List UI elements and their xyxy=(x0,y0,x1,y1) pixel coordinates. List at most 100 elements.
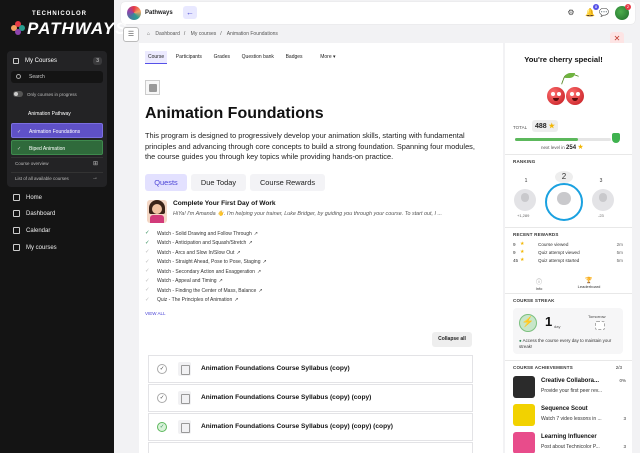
bell-icon[interactable]: 🔔 8 xyxy=(584,4,599,19)
checklist-item[interactable]: ✓ Watch - Appeal and Timing ↗ xyxy=(145,277,445,287)
site-name[interactable]: Pathways xyxy=(145,10,173,16)
checklist-label[interactable]: Watch - Straight Ahead, Pose to Pose, St… xyxy=(157,259,267,265)
syllabus-row[interactable]: ✓ Animation Foundations Course Syllabus … xyxy=(148,384,473,412)
trophy-icon: 🏆 xyxy=(585,278,593,284)
my-courses-count: 3 xyxy=(93,57,102,65)
checklist-item[interactable]: ✓ Watch - Anticipation and Squash/Stretch… xyxy=(145,239,445,249)
tab-course-rewards[interactable]: Course Rewards xyxy=(250,174,325,191)
breadcrumb-item[interactable]: Animation Foundations xyxy=(227,31,278,37)
external-link-icon[interactable]: ↗ xyxy=(248,240,252,246)
syllabus-row[interactable]: ✓ Animation Foundations Course Syllabus … xyxy=(148,413,473,441)
tab-grades[interactable]: Grades xyxy=(211,51,233,63)
nav-home[interactable]: Home xyxy=(13,192,107,204)
tab-question-bank[interactable]: Question bank xyxy=(239,51,277,63)
view-all-link[interactable]: VIEW ALL xyxy=(145,311,166,316)
home-icon[interactable]: ⌂ xyxy=(147,31,150,37)
checklist-label[interactable]: Watch - Appeal and Timing ↗ xyxy=(157,278,223,284)
checklist-item[interactable]: ✓ Quiz - The Principles of Animation ↗ xyxy=(145,296,445,306)
toggle-switch[interactable] xyxy=(13,91,23,97)
nav-dashboard[interactable]: Dashboard xyxy=(13,208,107,220)
course-overview-link[interactable]: Course overview ⊞ xyxy=(11,157,103,168)
technicolor-pathways-logo[interactable]: TECHNICOLOR PATHWAYS xyxy=(10,9,127,41)
external-link-icon[interactable]: ↗ xyxy=(236,250,240,256)
course-item-biped-animation[interactable]: ✓ Biped Animation xyxy=(11,140,103,155)
achievement-item[interactable]: Sequence Scout Watch 7 video lessons in … xyxy=(513,403,628,427)
external-link-icon[interactable]: ↗ xyxy=(258,288,262,294)
checklist-label[interactable]: Quiz - The Principles of Animation ↗ xyxy=(157,297,238,303)
course-search-input[interactable]: Search xyxy=(11,71,103,83)
nav-calendar[interactable]: Calendar xyxy=(13,225,107,237)
tab-course[interactable]: Course xyxy=(145,51,168,64)
potion-icon xyxy=(612,133,620,143)
completion-check-icon[interactable]: ✓ xyxy=(157,364,167,374)
tab-more[interactable]: More ▾ xyxy=(317,51,338,63)
all-courses-link[interactable]: List of all available courses → xyxy=(11,172,103,183)
leaderboard-link[interactable]: 🏆 Leaderboard xyxy=(574,277,604,289)
video-icon xyxy=(513,404,535,426)
breadcrumb-item[interactable]: My courses xyxy=(191,31,217,37)
course-item-animation-foundations[interactable]: ✓ Animation Foundations xyxy=(11,123,103,138)
tab-due-today[interactable]: Due Today xyxy=(191,174,246,191)
mission-card[interactable]: Complete Your First Day of Work HiYa! I'… xyxy=(145,198,495,226)
total-points: 488 ★ xyxy=(532,120,558,132)
checklist-item[interactable]: ✓ Watch - Arcs and Slow In/Slow Out ↗ xyxy=(145,248,445,258)
arrow-left-icon[interactable]: ← xyxy=(183,6,197,19)
nav-label: Calendar xyxy=(26,228,51,234)
chat-icon[interactable]: 💬 xyxy=(598,7,610,19)
check-icon: ✓ xyxy=(145,268,150,274)
achievement-item[interactable]: Creative Collabora... Provide your first… xyxy=(513,375,628,399)
tab-participants[interactable]: Participants xyxy=(173,51,205,63)
nav-my-courses[interactable]: My courses xyxy=(13,242,107,254)
checklist-item[interactable]: ✓ Watch - Secondary Action and Exaggerati… xyxy=(145,267,445,277)
checklist-label[interactable]: Watch - Secondary Action and Exaggeratio… xyxy=(157,269,261,275)
completion-check-icon[interactable]: ✓ xyxy=(157,393,167,403)
check-icon: ✓ xyxy=(145,239,150,246)
external-link-icon[interactable]: ↗ xyxy=(219,278,223,284)
tomorrow-label: Tomorrow xyxy=(588,314,606,319)
checklist-label[interactable]: Watch - Arcs and Slow In/Slow Out ↗ xyxy=(157,250,241,256)
left-sidebar: TECHNICOLOR PATHWAYS My Courses 3 Search… xyxy=(0,0,127,453)
checklist-item[interactable]: ✓ Watch - Finding the Center of Mass, Bal… xyxy=(145,286,445,296)
rank-avatar[interactable] xyxy=(514,189,536,211)
completion-check-icon[interactable]: ✓ xyxy=(157,422,167,432)
tab-badges[interactable]: Badges xyxy=(283,51,306,63)
user-avatar[interactable]: 2 xyxy=(615,4,631,20)
course-item-animation-pathway[interactable]: Animation Pathway xyxy=(11,106,103,121)
rank-avatar[interactable] xyxy=(592,189,614,211)
syllabus-row[interactable] xyxy=(148,442,473,453)
tomorrow-slot xyxy=(595,321,605,330)
checklist-label[interactable]: Watch - Solid Drawing and Follow Through… xyxy=(157,231,258,237)
avatar-badge: 2 xyxy=(625,4,631,10)
course-index-toggle-button[interactable]: ☰ xyxy=(123,27,139,42)
collapse-all-button[interactable]: Collapse all xyxy=(432,332,472,347)
gear-icon[interactable]: ⚙ xyxy=(565,7,577,19)
syllabus-title[interactable]: Animation Foundations Course Syllabus (c… xyxy=(201,423,393,430)
syllabus-title[interactable]: Animation Foundations Course Syllabus (c… xyxy=(201,394,371,401)
checklist-label[interactable]: Watch - Finding the Center of Mass, Bala… xyxy=(157,288,263,294)
rank-place: 1 xyxy=(524,178,528,184)
external-link-icon[interactable]: ↗ xyxy=(234,297,238,303)
syllabus-row[interactable]: ✓ Animation Foundations Course Syllabus … xyxy=(148,355,473,383)
external-link-icon[interactable]: ↗ xyxy=(263,259,267,265)
achievement-item[interactable]: Learning Influencer Post about Technicol… xyxy=(513,431,628,453)
checklist-label[interactable]: Watch - Anticipation and Squash/Stretch ↗ xyxy=(157,240,253,246)
info-link[interactable]: ⓘ Info xyxy=(524,277,554,291)
breadcrumb-item[interactable]: Dashboard xyxy=(155,31,179,37)
brand-main-text: PATHWAYS xyxy=(27,19,128,38)
in-progress-toggle[interactable]: Only courses in progress xyxy=(13,90,103,99)
external-link-icon[interactable]: ↗ xyxy=(257,269,261,275)
checklist-item[interactable]: ✓ Watch - Straight Ahead, Pose to Pose, S… xyxy=(145,258,445,268)
tab-quests[interactable]: Quests xyxy=(145,174,187,191)
my-courses-header[interactable]: My Courses 3 xyxy=(7,54,107,68)
my-rank-avatar[interactable] xyxy=(545,183,583,221)
course-tabs: Course Participants Grades Question bank… xyxy=(145,51,343,64)
external-link-icon[interactable]: ↗ xyxy=(254,231,258,237)
checklist-item[interactable]: ✓ Watch - Solid Drawing and Follow Throug… xyxy=(145,229,445,239)
course-item-label: Animation Foundations xyxy=(29,129,81,135)
my-courses-panel: My Courses 3 Search Only courses in prog… xyxy=(7,51,107,187)
site-logo-icon[interactable] xyxy=(127,6,141,20)
syllabus-title[interactable]: Animation Foundations Course Syllabus (c… xyxy=(201,365,350,372)
rank-points: -23 xyxy=(598,213,604,218)
search-placeholder: Search xyxy=(29,74,45,80)
rank-place: 2 xyxy=(555,171,573,183)
